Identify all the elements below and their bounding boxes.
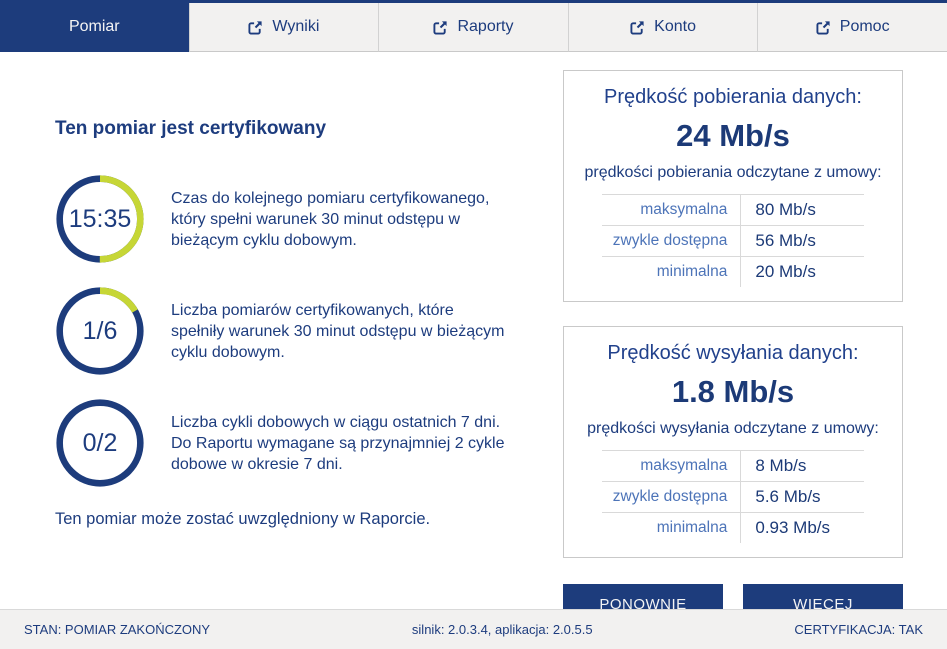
tab-label: Konto (654, 18, 696, 36)
tab-label: Raporty (457, 18, 513, 36)
speed-results-column: Prędkość pobierania danych: 24 Mb/s pręd… (563, 70, 903, 624)
upload-panel-title: Prędkość wysyłania danych: (564, 342, 902, 365)
row-label: zwykle dostępna (602, 482, 741, 513)
table-row: minimalna 20 Mb/s (602, 257, 864, 288)
speed-test-app: Pomiar Wyniki Raporty Konto Pomoc (0, 0, 947, 649)
countdown-value: 15:35 (55, 174, 145, 264)
time-to-next-measurement-row: 15:35 Czas do kolejnego pomiaru certyfik… (55, 174, 520, 264)
page-title: Ten pomiar jest certyfikowany (55, 118, 520, 140)
external-link-icon (816, 20, 831, 35)
table-row: minimalna 0.93 Mb/s (602, 513, 864, 544)
tab-raporty[interactable]: Raporty (378, 3, 568, 52)
row-value: 8 Mb/s (741, 451, 864, 482)
external-link-icon (248, 20, 263, 35)
upload-contract-subtitle: prędkości wysyłania odczytane z umowy: (564, 420, 902, 438)
countdown-ring: 15:35 (55, 174, 145, 264)
cycles-count: 0/2 (55, 398, 145, 488)
external-link-icon (433, 20, 448, 35)
row-label: minimalna (602, 257, 741, 288)
table-row: zwykle dostępna 56 Mb/s (602, 226, 864, 257)
row-value: 0.93 Mb/s (741, 513, 864, 544)
row-label: minimalna (602, 513, 741, 544)
table-row: maksymalna 8 Mb/s (602, 451, 864, 482)
table-row: maksymalna 80 Mb/s (602, 195, 864, 226)
row-value: 20 Mb/s (741, 257, 864, 288)
row-value: 5.6 Mb/s (741, 482, 864, 513)
download-panel-title: Prędkość pobierania danych: (564, 86, 902, 109)
upload-speed-value: 1.8 Mb/s (564, 374, 902, 410)
version-info: silnik: 2.0.3.4, aplikacja: 2.0.5.5 (412, 622, 593, 637)
row-value: 80 Mb/s (741, 195, 864, 226)
daily-cycles-row: 0/2 Liczba cykli dobowych w ciągu ostatn… (55, 398, 520, 488)
tab-label: Pomiar (69, 18, 120, 36)
report-inclusion-note: Ten pomiar może zostać uwzględniony w Ra… (55, 510, 520, 529)
download-speed-value: 24 Mb/s (564, 118, 902, 154)
download-speed-panel: Prędkość pobierania danych: 24 Mb/s pręd… (563, 70, 903, 302)
measurement-state-status: STAN: POMIAR ZAKOŃCZONY (24, 622, 210, 637)
tab-wyniki[interactable]: Wyniki (189, 3, 379, 52)
download-contract-subtitle: prędkości pobierania odczytane z umowy: (564, 164, 902, 182)
row-label: maksymalna (602, 451, 741, 482)
countdown-description: Czas do kolejnego pomiaru certyfikowaneg… (171, 188, 511, 251)
tab-konto[interactable]: Konto (568, 3, 758, 52)
progress-rings: 15:35 Czas do kolejnego pomiaru certyfik… (55, 174, 520, 488)
upload-speed-panel: Prędkość wysyłania danych: 1.8 Mb/s pręd… (563, 326, 903, 558)
certification-status: CERTYFIKACJA: TAK (794, 622, 923, 637)
certification-status-section: Ten pomiar jest certyfikowany 15:35 Czas… (55, 118, 520, 529)
tab-label: Wyniki (272, 18, 319, 36)
row-value: 56 Mb/s (741, 226, 864, 257)
certified-measurements-row: 1/6 Liczba pomiarów certyfikowanych, któ… (55, 286, 520, 376)
row-label: zwykle dostępna (602, 226, 741, 257)
status-bar: STAN: POMIAR ZAKOŃCZONY silnik: 2.0.3.4,… (0, 609, 947, 649)
tab-label: Pomoc (840, 18, 890, 36)
measurements-description: Liczba pomiarów certyfikowanych, które s… (171, 300, 511, 363)
row-label: maksymalna (602, 195, 741, 226)
external-link-icon (630, 20, 645, 35)
tab-pomoc[interactable]: Pomoc (757, 3, 947, 52)
download-contract-table: maksymalna 80 Mb/s zwykle dostępna 56 Mb… (602, 194, 864, 287)
tab-bar: Pomiar Wyniki Raporty Konto Pomoc (0, 0, 947, 52)
measurements-ring: 1/6 (55, 286, 145, 376)
measurements-count: 1/6 (55, 286, 145, 376)
cycles-description: Liczba cykli dobowych w ciągu ostatnich … (171, 412, 511, 475)
table-row: zwykle dostępna 5.6 Mb/s (602, 482, 864, 513)
tab-pomiar[interactable]: Pomiar (0, 3, 189, 52)
upload-contract-table: maksymalna 8 Mb/s zwykle dostępna 5.6 Mb… (602, 450, 864, 543)
cycles-ring: 0/2 (55, 398, 145, 488)
